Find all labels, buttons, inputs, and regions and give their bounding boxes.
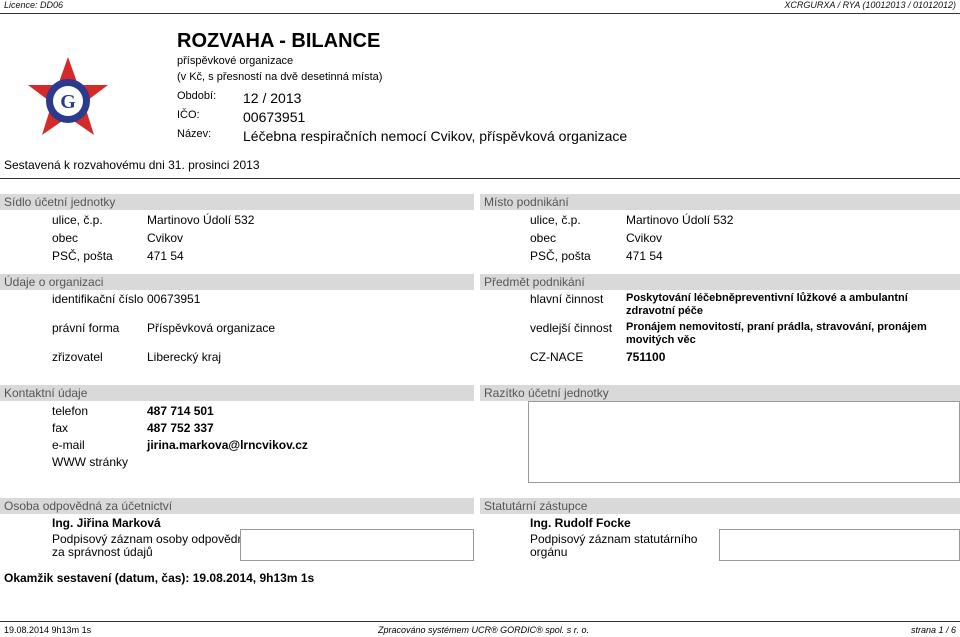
org-founder-label: zřizovatel [52,350,103,364]
seat-street-label: ulice, č.p. [52,213,103,227]
section-seat: Sídlo účetní jednotky [0,194,474,210]
section-contact: Kontaktní údaje [0,385,474,401]
top-bar: Licence: DD06 XCRGURXA / RYA (10012013 /… [0,0,960,12]
organization-name: Léčebna respiračních nemocí Cvikov, přís… [243,128,628,144]
compiled-date: Sestavená k rozvahovému dni 31. prosinci… [4,158,260,172]
name-label: Název: [177,128,212,140]
bp-zip: 471 54 [626,249,663,263]
header-divider [0,178,960,179]
side-activity-line1: Pronájem nemovitostí, praní prádla, stra… [626,321,927,333]
bp-city-label: obec [530,231,557,245]
main-activity-label: hlavní činnost [530,292,604,306]
accountant-name: Ing. Jiřina Marková [52,516,161,530]
section-activity: Předmět podnikání [480,274,960,290]
page-number: strana 1 / 6 [910,625,956,635]
email-value: jirina.markova@lrncvikov.cz [147,438,308,452]
ico-label: IČO: [177,109,200,121]
footer: 19.08.2014 9h13m 1s Zpracováno systémem … [0,623,960,637]
gordic-logo-icon: G [24,55,112,143]
seat-street: Martinovo Údolí 532 [147,213,255,227]
logo-letter: G [60,91,76,113]
org-id-label: identifikační číslo [52,292,144,306]
section-accountant: Osoba odpovědná za účetnictví [0,498,474,514]
org-founder: Liberecký kraj [147,350,222,364]
document-code: XCRGURXA / RYA (10012013 / 01012012) [784,0,956,10]
footer-system: Zpracováno systémem UCR® GORDIC® spol. s… [378,625,589,635]
top-divider [0,13,960,14]
bp-street: Martinovo Údolí 532 [626,213,734,227]
statutory-signature-box [719,529,960,561]
seat-zip: 471 54 [147,249,184,263]
section-stamp: Razítko účetní jednotky [480,385,960,401]
accountant-sig-label-1: Podpisový záznam osoby odpovědné [52,532,251,546]
footer-divider [0,621,960,622]
seat-city-label: obec [52,231,79,245]
accountant-sig-label-2: za správnost údajů [52,545,153,559]
section-statutory: Statutární zástupce [480,498,960,514]
org-form: Příspěvková organizace [147,321,276,335]
bp-zip-label: PSČ, pošta [530,249,591,263]
phone-label: telefon [52,404,89,418]
footer-timestamp: 19.08.2014 9h13m 1s [4,625,92,635]
bp-city: Cvikov [626,231,663,245]
compilation-moment: Okamžik sestavení (datum, čas): 19.08.20… [4,571,315,585]
ico-value: 00673951 [243,109,306,125]
email-label: e-mail [52,438,85,452]
nace-label: CZ-NACE [530,350,584,364]
bp-street-label: ulice, č.p. [530,213,581,227]
fax-value: 487 752 337 [147,421,214,435]
section-organization: Údaje o organizaci [0,274,474,290]
statutory-name: Ing. Rudolf Focke [530,516,631,530]
fax-label: fax [52,421,69,435]
period-value: 12 / 2013 [243,90,302,106]
seat-city: Cvikov [147,231,184,245]
main-activity-line2: zdravotní péče [626,305,704,317]
phone-value: 487 714 501 [147,404,214,418]
currency-note: (v Kč, s přesností na dvě desetinná míst… [177,71,383,83]
accountant-signature-box [240,529,474,561]
side-activity-line2: movitých věc [626,334,696,346]
page-title: ROZVAHA - BILANCE [177,30,381,52]
nace-value: 751100 [626,350,666,364]
license-text: Licence: DD06 [4,0,64,10]
statutory-sig-label-2: orgánu [530,545,568,559]
stamp-box [528,401,960,483]
main-activity-line1: Poskytování léčebněpreventivní lůžkové a… [626,292,908,304]
org-id: 00673951 [147,292,201,306]
statutory-sig-label-1: Podpisový záznam statutárního [530,532,698,546]
org-form-label: právní forma [52,321,120,335]
web-label: WWW stránky [52,455,128,469]
side-activity-label: vedlejší činnost [530,321,613,335]
period-label: Období: [177,90,217,102]
seat-zip-label: PSČ, pošta [52,249,113,263]
section-business-place: Místo podnikání [480,194,960,210]
subtitle: příspěvkové organizace [177,55,294,67]
